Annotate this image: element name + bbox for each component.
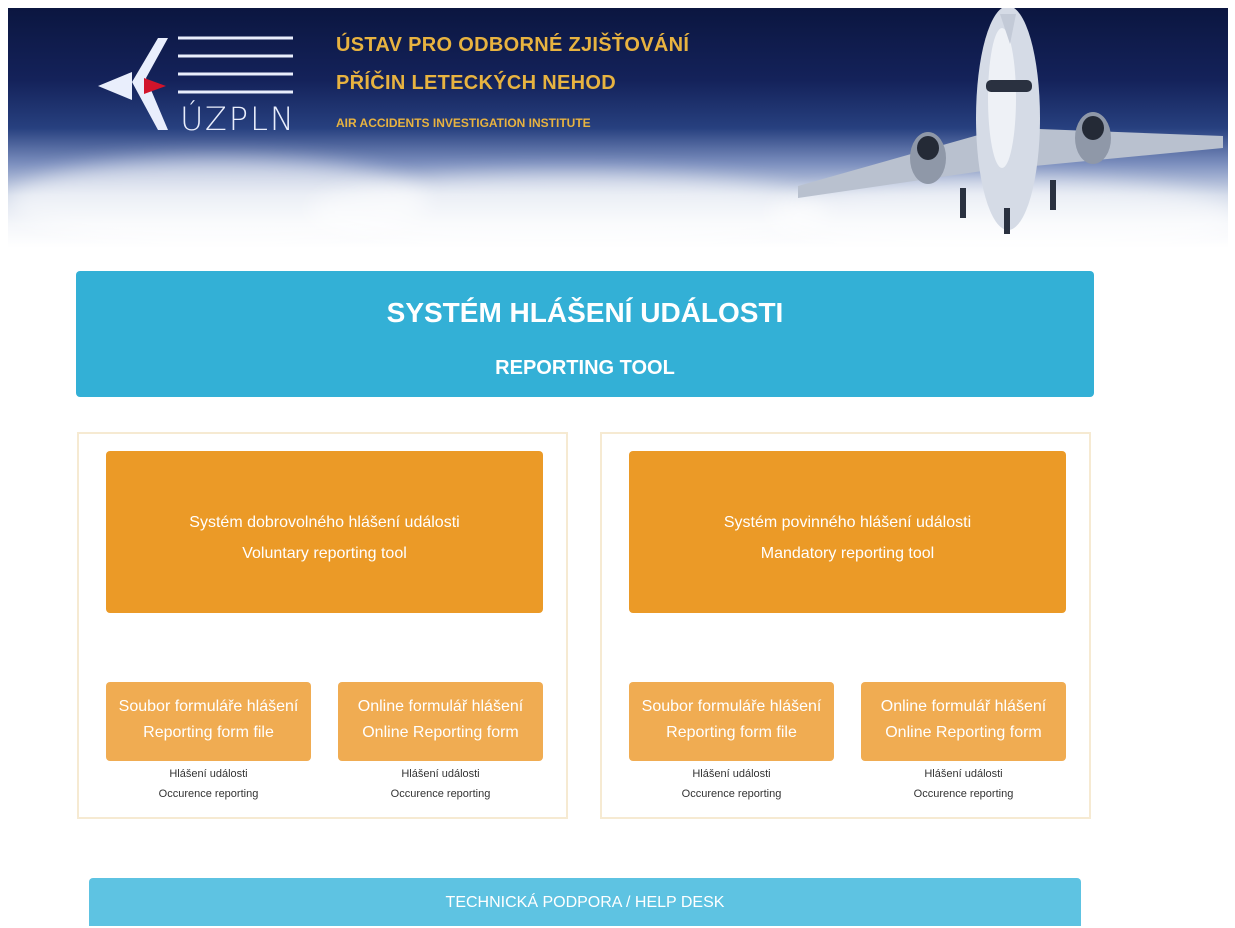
button-label-cz: Soubor formuláře hlášení	[641, 698, 822, 715]
org-name-line1: ÚSTAV PRO ODBORNÉ ZJIŠŤOVÁNÍ	[336, 34, 690, 56]
header-banner: ÚZPLN ÚSTAV PRO ODBORNÉ ZJIŠŤOVÁNÍ PŘÍČI…	[8, 8, 1228, 248]
button-label-en: Online Reporting form	[885, 724, 1042, 741]
caption-en: Occurence reporting	[681, 788, 782, 800]
button-caption: Hlášení události Occurence reporting	[338, 764, 543, 804]
org-name-english: AIR ACCIDENTS INVESTIGATION INSTITUTE	[336, 116, 591, 130]
mandatory-form-file-button[interactable]: Soubor formuláře hlášení Reporting form …	[629, 682, 834, 761]
caption-cz: Hlášení události	[401, 768, 480, 780]
help-desk-button[interactable]: TECHNICKÁ PODPORA / HELP DESK	[89, 878, 1081, 926]
button-caption: Hlášení události Occurence reporting	[629, 764, 834, 804]
button-label-en: Voluntary reporting tool	[242, 545, 407, 562]
button-label-en: Reporting form file	[143, 724, 274, 741]
caption-cz: Hlášení události	[692, 768, 771, 780]
page-subtitle: REPORTING TOOL	[495, 357, 675, 379]
button-label-cz: Systém povinného hlášení události	[723, 514, 972, 531]
voluntary-panel: Systém dobrovolného hlášení události Vol…	[77, 432, 568, 819]
caption-cz: Hlášení události	[169, 768, 248, 780]
airplane-image	[798, 8, 1223, 234]
button-label-cz: Soubor formuláře hlášení	[118, 698, 299, 715]
caption-en: Occurence reporting	[913, 788, 1014, 800]
mandatory-online-form-button[interactable]: Online formulář hlášení Online Reporting…	[861, 682, 1066, 761]
button-label-cz: Online formulář hlášení	[357, 698, 524, 715]
button-label-en: Online Reporting form	[362, 724, 519, 741]
voluntary-reporting-button[interactable]: Systém dobrovolného hlášení události Vol…	[106, 451, 543, 613]
button-label-cz: Systém dobrovolného hlášení události	[189, 514, 460, 531]
button-label-en: Mandatory reporting tool	[760, 545, 935, 562]
mandatory-panel: Systém povinného hlášení události Mandat…	[600, 432, 1091, 819]
caption-en: Occurence reporting	[390, 788, 491, 800]
org-name-line2: PŘÍČIN LETECKÝCH NEHOD	[336, 72, 616, 94]
button-label-en: Reporting form file	[666, 724, 797, 741]
button-label-cz: Online formulář hlášení	[880, 698, 1047, 715]
button-caption: Hlášení události Occurence reporting	[106, 764, 311, 804]
mandatory-reporting-button[interactable]: Systém povinného hlášení události Mandat…	[629, 451, 1066, 613]
logo-text: ÚZPLN	[180, 100, 296, 138]
caption-cz: Hlášení události	[924, 768, 1003, 780]
page-title: SYSTÉM HLÁŠENÍ UDÁLOSTI	[386, 297, 784, 328]
voluntary-form-file-button[interactable]: Soubor formuláře hlášení Reporting form …	[106, 682, 311, 761]
voluntary-online-form-button[interactable]: Online formulář hlášení Online Reporting…	[338, 682, 543, 761]
caption-en: Occurence reporting	[158, 788, 259, 800]
title-bar: SYSTÉM HLÁŠENÍ UDÁLOSTI REPORTING TOOL	[76, 271, 1094, 397]
button-caption: Hlášení události Occurence reporting	[861, 764, 1066, 804]
cloud	[308, 173, 828, 248]
